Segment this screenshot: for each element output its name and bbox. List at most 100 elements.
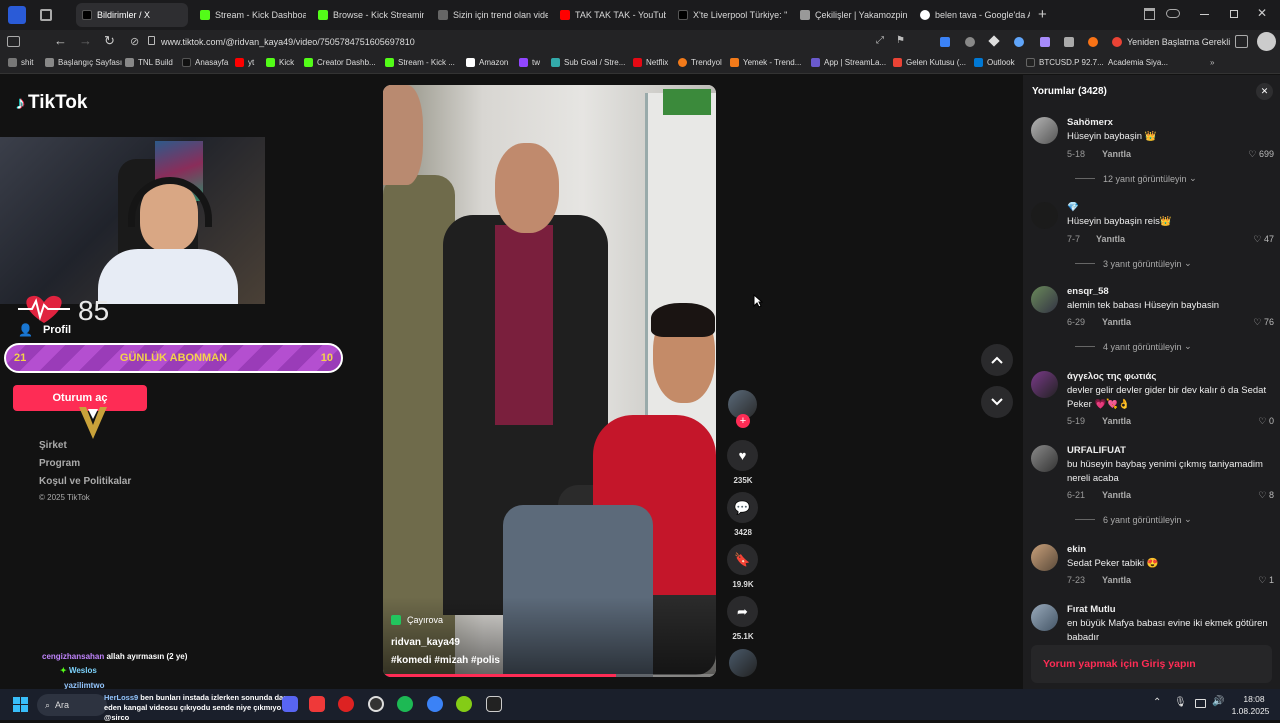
bookmark-item[interactable]: Gelen Kutusu (... xyxy=(893,58,966,67)
footer-link-program[interactable]: Program xyxy=(39,458,80,469)
translate-icon[interactable]: ⤢ xyxy=(876,35,884,46)
comment-like-button[interactable]: ♡ 47 xyxy=(1253,234,1274,245)
app-icon-blue[interactable] xyxy=(427,696,443,712)
video-author[interactable]: ridvan_kaya49 xyxy=(391,637,460,648)
login-to-comment-bar[interactable]: Yorum yapmak için Giriş yapın xyxy=(1031,645,1272,683)
extension-icon-6[interactable] xyxy=(1064,37,1074,47)
minimize-icon[interactable] xyxy=(1200,14,1209,15)
network-icon[interactable] xyxy=(1195,699,1206,708)
sidebar-item-profile[interactable]: 👤 Profil xyxy=(18,323,71,337)
spotify-icon[interactable] xyxy=(397,696,413,712)
video-player[interactable]: Çayırova ridvan_kaya49 #komedi #mizah #p… xyxy=(383,85,716,677)
reply-button[interactable]: Yanıtla xyxy=(1102,575,1131,585)
profile-avatar[interactable] xyxy=(1257,32,1276,51)
workspaces-icon[interactable] xyxy=(40,9,52,21)
discord-icon[interactable] xyxy=(282,696,298,712)
tab-7[interactable]: belen tava - Google'da Ara xyxy=(914,3,1030,27)
extension-icon-5[interactable] xyxy=(1040,37,1050,47)
comment-like-button[interactable]: ♡ 76 xyxy=(1253,317,1274,328)
vivaldi-icon[interactable] xyxy=(309,696,325,712)
maximize-icon[interactable] xyxy=(1230,10,1238,18)
tab-4[interactable]: TAK TAK TAK - YouTube xyxy=(554,3,666,27)
extension-icon-3[interactable] xyxy=(988,35,1000,47)
close-window-icon[interactable]: ✕ xyxy=(1257,6,1267,20)
tab-2[interactable]: Browse - Kick Streaming xyxy=(312,3,424,27)
extension-icon-1[interactable] xyxy=(940,37,950,47)
more-bookmarks-icon[interactable]: » xyxy=(1210,58,1214,67)
bookmark-item[interactable]: Sub Goal / Stre... xyxy=(551,58,625,67)
comment-author[interactable]: Fırat Mutlu xyxy=(1067,604,1116,615)
url-field[interactable]: www.tiktok.com/@ridvan_kaya49/video/7505… xyxy=(161,37,415,47)
avatar[interactable] xyxy=(1031,371,1058,398)
like-button[interactable]: ♥ xyxy=(727,440,758,471)
bookmark-item[interactable]: Outlook xyxy=(974,58,1015,67)
comment-author[interactable]: άγγελος της φωτιάς xyxy=(1067,371,1156,382)
bookmark-item[interactable]: Kick xyxy=(266,58,294,67)
comment-like-button[interactable]: ♡ 0 xyxy=(1258,416,1274,427)
comment-author[interactable]: ensqr_58 xyxy=(1067,286,1109,297)
bookmark-item[interactable]: Academia Siya... xyxy=(1108,58,1168,67)
avatar[interactable] xyxy=(1031,202,1058,229)
tab-1[interactable]: Stream - Kick Dashboard xyxy=(194,3,306,27)
bookmark-item[interactable]: tw xyxy=(519,58,540,67)
avatar[interactable] xyxy=(1031,604,1058,631)
bookmark-item[interactable]: Trendyol xyxy=(678,58,722,67)
extension-icon-7[interactable] xyxy=(1088,37,1098,47)
video-hashtags[interactable]: #komedi #mizah #polis xyxy=(391,655,500,666)
clock-time[interactable]: 18:08 xyxy=(1235,694,1273,704)
bookmark-item[interactable]: BTCUSD.P 92.7... xyxy=(1026,58,1104,67)
location-tag[interactable]: Çayırova xyxy=(391,615,443,625)
avatar[interactable] xyxy=(1031,286,1058,313)
new-tab-icon[interactable]: + xyxy=(1038,6,1047,23)
comment-button[interactable]: 💬 xyxy=(727,492,758,523)
obs-icon[interactable] xyxy=(368,696,384,712)
extension-icon-4[interactable] xyxy=(1014,37,1024,47)
tray-chevron-icon[interactable]: ⌃ xyxy=(1153,697,1161,708)
comment-like-button[interactable]: ♡ 1 xyxy=(1258,575,1274,586)
bookmark-item[interactable]: Netflix xyxy=(633,58,668,67)
footer-link-terms[interactable]: Koşul ve Politikalar xyxy=(39,476,131,487)
save-button[interactable]: 🔖 xyxy=(727,544,758,575)
footer-link-company[interactable]: Şirket xyxy=(39,440,67,451)
close-comments-button[interactable]: ✕ xyxy=(1256,83,1273,100)
back-icon[interactable]: ← xyxy=(54,33,67,48)
bookmark-item[interactable]: Anasayfa xyxy=(182,58,228,67)
bookmark-item[interactable]: yt xyxy=(235,58,254,67)
comment-author[interactable]: ekin xyxy=(1067,544,1086,555)
bookmark-item[interactable]: shit xyxy=(8,58,33,67)
view-replies-button[interactable]: 12 yanıt görüntüleyin ⌄ xyxy=(1075,173,1197,184)
window-icon[interactable] xyxy=(8,6,26,24)
app-icon-kick[interactable] xyxy=(486,696,502,712)
share-button[interactable]: ➦ xyxy=(727,596,758,627)
tiktok-logo[interactable]: ♪ TikTok xyxy=(16,92,87,114)
bookmark-item[interactable]: TNL Build xyxy=(125,58,173,67)
reply-button[interactable]: Yanıtla xyxy=(1096,234,1125,244)
forward-icon[interactable]: → xyxy=(79,33,92,48)
music-disc-icon[interactable] xyxy=(729,649,757,677)
bookmark-item[interactable]: Yemek - Trend... xyxy=(730,58,801,67)
taskbar-search[interactable]: ⌕ Ara xyxy=(37,694,107,716)
tab-3[interactable]: Sizin için trend olan videola xyxy=(432,3,548,27)
next-video-button[interactable] xyxy=(981,386,1013,418)
video-progress-bar[interactable] xyxy=(383,674,716,677)
view-replies-button[interactable]: 6 yanıt görüntüleyin ⌄ xyxy=(1075,514,1192,525)
cloud-icon[interactable] xyxy=(1166,9,1180,18)
bookmark-item[interactable]: Stream - Kick ... xyxy=(385,58,455,67)
reply-button[interactable]: Yanıtla xyxy=(1102,490,1131,500)
avatar[interactable] xyxy=(1031,544,1058,571)
extensions-menu-icon[interactable] xyxy=(1235,35,1248,48)
bookmark-icon[interactable]: ⚑ xyxy=(896,35,905,46)
app-icon-red[interactable] xyxy=(338,696,354,712)
tab-6[interactable]: Çekilişler | Yakamozpin xyxy=(794,3,908,27)
tab-5[interactable]: X'te Liverpool Türkiye: " xyxy=(672,3,788,27)
avatar[interactable] xyxy=(1031,117,1058,144)
avatar[interactable] xyxy=(1031,445,1058,472)
restart-required-label[interactable]: Yeniden Başlatma Gerekli xyxy=(1127,37,1230,47)
comment-author[interactable]: 💎 xyxy=(1067,202,1079,213)
previous-video-button[interactable] xyxy=(981,344,1013,376)
app-icon-green[interactable] xyxy=(456,696,472,712)
view-replies-button[interactable]: 4 yanıt görüntüleyin ⌄ xyxy=(1075,341,1192,352)
reply-button[interactable]: Yanıtla xyxy=(1102,416,1131,426)
reply-button[interactable]: Yanıtla xyxy=(1102,149,1131,159)
clock-date[interactable]: 1.08.2025 xyxy=(1228,706,1273,716)
